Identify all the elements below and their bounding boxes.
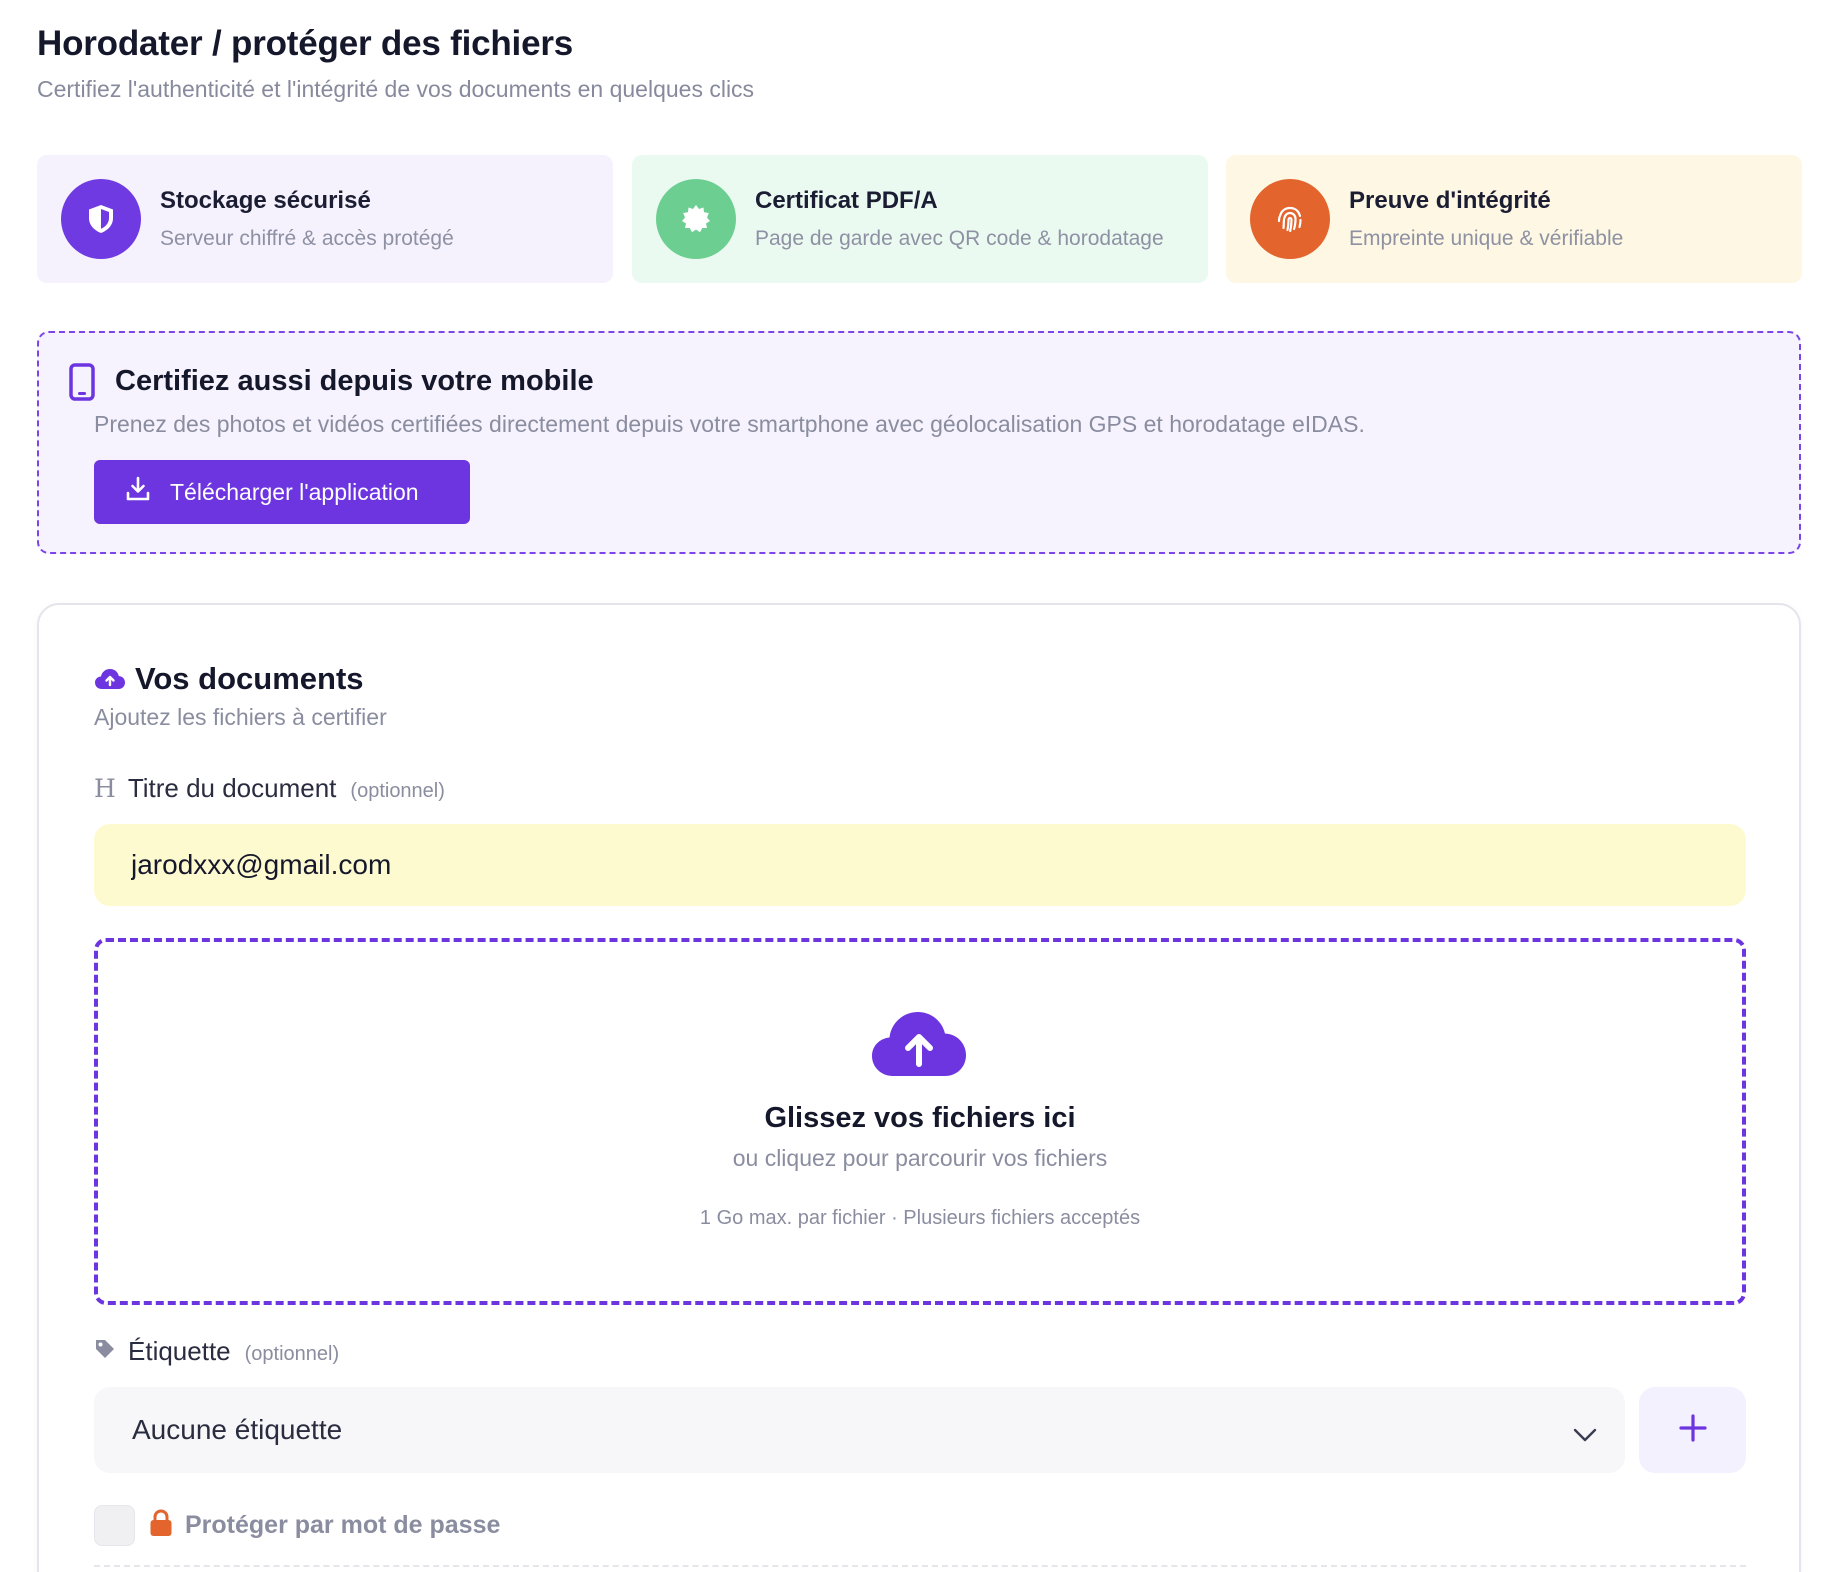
password-protect-label: Protéger par mot de passe <box>185 1511 501 1539</box>
feature-subtitle: Page de garde avec QR code & horodatage <box>755 227 1164 250</box>
document-title-input[interactable] <box>94 824 1746 906</box>
fingerprint-icon <box>1250 179 1330 259</box>
tag-field-label: Étiquette <box>128 1336 231 1366</box>
tag-select-value: Aucune étiquette <box>132 1414 343 1445</box>
feature-title: Stockage sécurisé <box>160 187 371 214</box>
plus-icon <box>1678 1413 1707 1447</box>
mobile-banner-title: Certifiez aussi depuis votre mobile <box>115 365 594 397</box>
lock-icon <box>149 1509 173 1542</box>
download-app-button[interactable]: Télécharger l'application <box>94 460 470 524</box>
download-app-label: Télécharger l'application <box>170 478 419 505</box>
add-tag-button[interactable] <box>1639 1387 1746 1473</box>
tag-icon <box>94 1337 116 1366</box>
documents-subtitle: Ajoutez les fichiers à certifier <box>94 704 387 730</box>
dropzone-subtitle: ou cliquez pour parcourir vos fichiers <box>732 1145 1108 1171</box>
download-icon <box>126 476 150 508</box>
documents-card: Vos documents Ajoutez les fichiers à cer… <box>37 603 1801 1572</box>
page: Horodater / protéger des fichiers Certif… <box>0 0 1842 1572</box>
certificate-icon <box>656 179 736 259</box>
password-protect-checkbox[interactable] <box>94 1505 135 1546</box>
documents-title: Vos documents <box>135 661 364 696</box>
dropzone-hint: 1 Go max. par fichier · Plusieurs fichie… <box>699 1207 1141 1229</box>
feature-card-storage: Stockage sécurisé Serveur chiffré & accè… <box>37 155 613 283</box>
heading-icon: H <box>94 774 116 803</box>
feature-subtitle: Empreinte unique & vérifiable <box>1349 227 1624 250</box>
chevron-down-icon <box>1573 1417 1597 1449</box>
title-field-label-row: H Titre du document (optionnel) <box>94 773 445 804</box>
shield-icon <box>61 179 141 259</box>
tag-select[interactable]: Aucune étiquette <box>94 1387 1625 1473</box>
title-field-label: Titre du document <box>127 773 337 803</box>
feature-subtitle: Serveur chiffré & accès protégé <box>160 227 454 250</box>
mobile-phone-icon <box>69 363 95 406</box>
feature-card-certificate: Certificat PDF/A Page de garde avec QR c… <box>632 155 1208 283</box>
section-divider <box>94 1565 1746 1567</box>
page-subtitle: Certifiez l'authenticité et l'intégrité … <box>37 76 755 102</box>
file-dropzone[interactable]: Glissez vos fichiers ici ou cliquez pour… <box>94 938 1746 1305</box>
feature-title: Certificat PDF/A <box>755 187 938 214</box>
feature-title: Preuve d'intégrité <box>1349 187 1551 214</box>
title-field-optional: (optionnel) <box>350 780 445 802</box>
tag-field-label-row: Étiquette (optionnel) <box>94 1336 339 1367</box>
tag-field-optional: (optionnel) <box>244 1343 340 1365</box>
cloud-upload-icon <box>94 667 126 696</box>
page-title: Horodater / protéger des fichiers <box>37 24 574 63</box>
mobile-banner-subtitle: Prenez des photos et vidéos certifiées d… <box>94 411 1365 437</box>
mobile-banner: Certifiez aussi depuis votre mobile Pren… <box>37 331 1801 554</box>
dropzone-title: Glissez vos fichiers ici <box>764 1102 1076 1134</box>
cloud-upload-icon <box>871 1010 967 1083</box>
password-protect-row: Protéger par mot de passe <box>94 1505 500 1546</box>
feature-card-integrity: Preuve d'intégrité Empreinte unique & vé… <box>1226 155 1802 283</box>
